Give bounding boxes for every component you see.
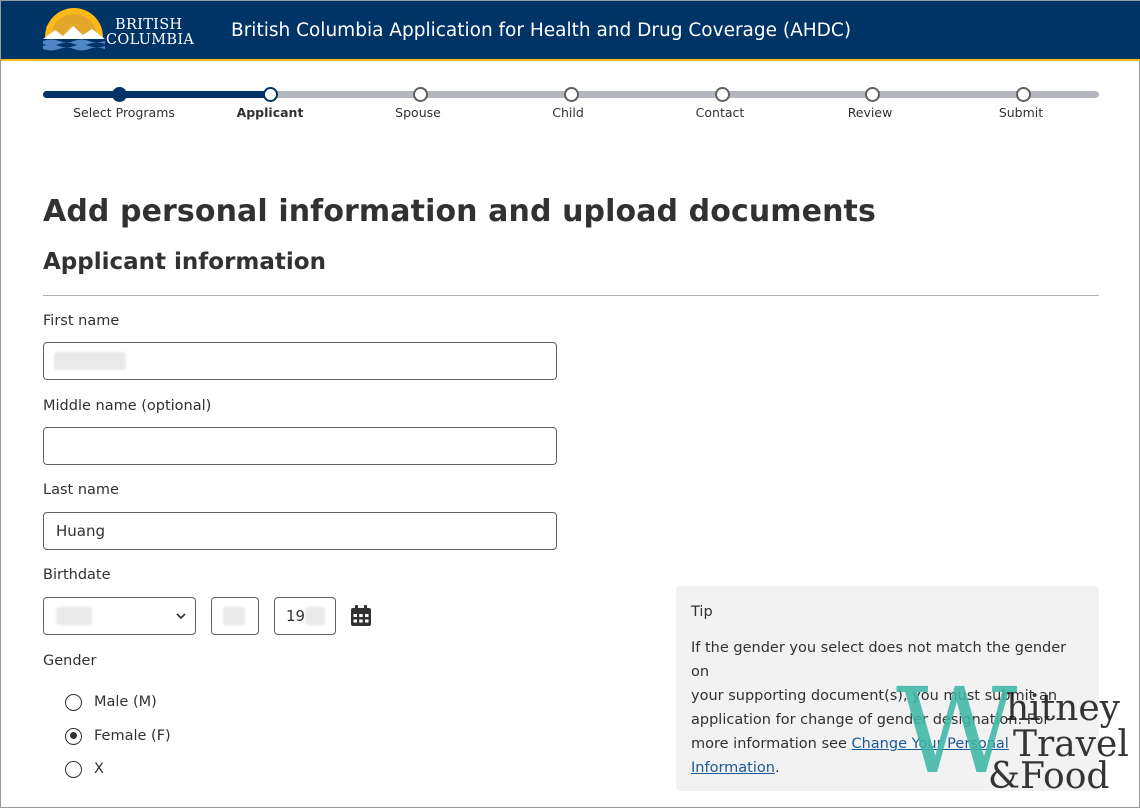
step-label-applicant[interactable]: Applicant [200, 105, 340, 120]
tip-line-5: Information. [691, 756, 1084, 780]
step-label-submit: Submit [998, 105, 1044, 120]
stepper-track-progress [43, 91, 270, 98]
step-label-child: Child [552, 105, 584, 120]
tip-line-4-prefix: more information see [691, 736, 852, 752]
logo-line-2: COLUMBIA [106, 32, 195, 48]
app-header: BRITISH COLUMBIA British Columbia Applic… [1, 1, 1140, 61]
radio-x[interactable] [65, 760, 82, 778]
calendar-icon[interactable] [349, 604, 373, 628]
progress-stepper: Select Programs Applicant Spouse Child C… [1, 85, 1140, 125]
step-dot-review [865, 87, 880, 102]
step-label-review: Review [847, 105, 893, 120]
last-name-label: Last name [43, 482, 119, 498]
birth-month-redacted-value [56, 607, 92, 625]
change-personal-info-link[interactable]: Change Your Personal [851, 736, 1008, 752]
tip-line-4: more information see Change Your Persona… [691, 732, 1084, 756]
birth-year-redacted-value [305, 607, 325, 625]
tip-line-2: your supporting document(s), you must su… [691, 688, 1058, 704]
gender-option-male[interactable]: Male (M) [65, 692, 157, 712]
tip-line-3: application for change of gender designa… [691, 712, 1050, 728]
tip-box: Tip If the gender you select does not ma… [676, 586, 1099, 791]
gender-label: Gender [43, 653, 97, 669]
radio-female[interactable] [65, 727, 82, 745]
step-dot-submit [1016, 87, 1031, 102]
step-dot-applicant[interactable] [263, 87, 278, 102]
birthdate-label: Birthdate [43, 567, 111, 583]
tip-line-1: If the gender you select does not match … [691, 640, 1067, 680]
section-divider [43, 295, 1099, 296]
chevron-down-icon [176, 613, 186, 620]
step-label-spouse: Spouse [395, 105, 441, 120]
step-label-contact: Contact [695, 105, 745, 120]
bc-logo-text: BRITISH COLUMBIA [106, 18, 194, 48]
logo-line-1: BRITISH [115, 17, 183, 33]
step-dot-select-programs[interactable] [112, 87, 127, 102]
radio-male[interactable] [65, 693, 82, 711]
gender-option-male-label: Male (M) [94, 694, 157, 710]
change-personal-info-link-cont[interactable]: Information [691, 760, 775, 776]
step-label-select-programs[interactable]: Select Programs [54, 105, 194, 120]
step-dot-child [564, 87, 579, 102]
middle-name-field[interactable] [43, 427, 557, 465]
birth-year-field[interactable]: 19 [274, 597, 336, 635]
first-name-redacted-value [54, 352, 126, 370]
middle-name-label: Middle name (optional) [43, 398, 212, 414]
tip-suffix: . [774, 760, 780, 776]
first-name-field[interactable] [43, 342, 557, 380]
bc-sun-logo-icon [43, 8, 105, 51]
app-title: British Columbia Application for Health … [231, 20, 852, 41]
gender-option-x-label: X [94, 761, 104, 777]
gender-option-x[interactable]: X [65, 759, 104, 779]
tip-title: Tip [691, 604, 713, 620]
section-title: Applicant information [43, 249, 326, 275]
birth-year-value: 19 [286, 607, 306, 625]
step-dot-contact [715, 87, 730, 102]
page-title: Add personal information and upload docu… [43, 194, 876, 229]
tip-body: If the gender you select does not match … [691, 636, 1084, 780]
birth-day-field[interactable] [211, 597, 259, 635]
birth-day-redacted-value [223, 607, 245, 625]
last-name-field[interactable] [43, 512, 557, 550]
bc-logo[interactable]: BRITISH COLUMBIA [43, 8, 203, 54]
step-dot-spouse [413, 87, 428, 102]
birth-month-select[interactable] [43, 597, 196, 635]
first-name-label: First name [43, 313, 120, 329]
gender-option-female-label: Female (F) [94, 728, 171, 744]
gender-option-female[interactable]: Female (F) [65, 726, 171, 746]
